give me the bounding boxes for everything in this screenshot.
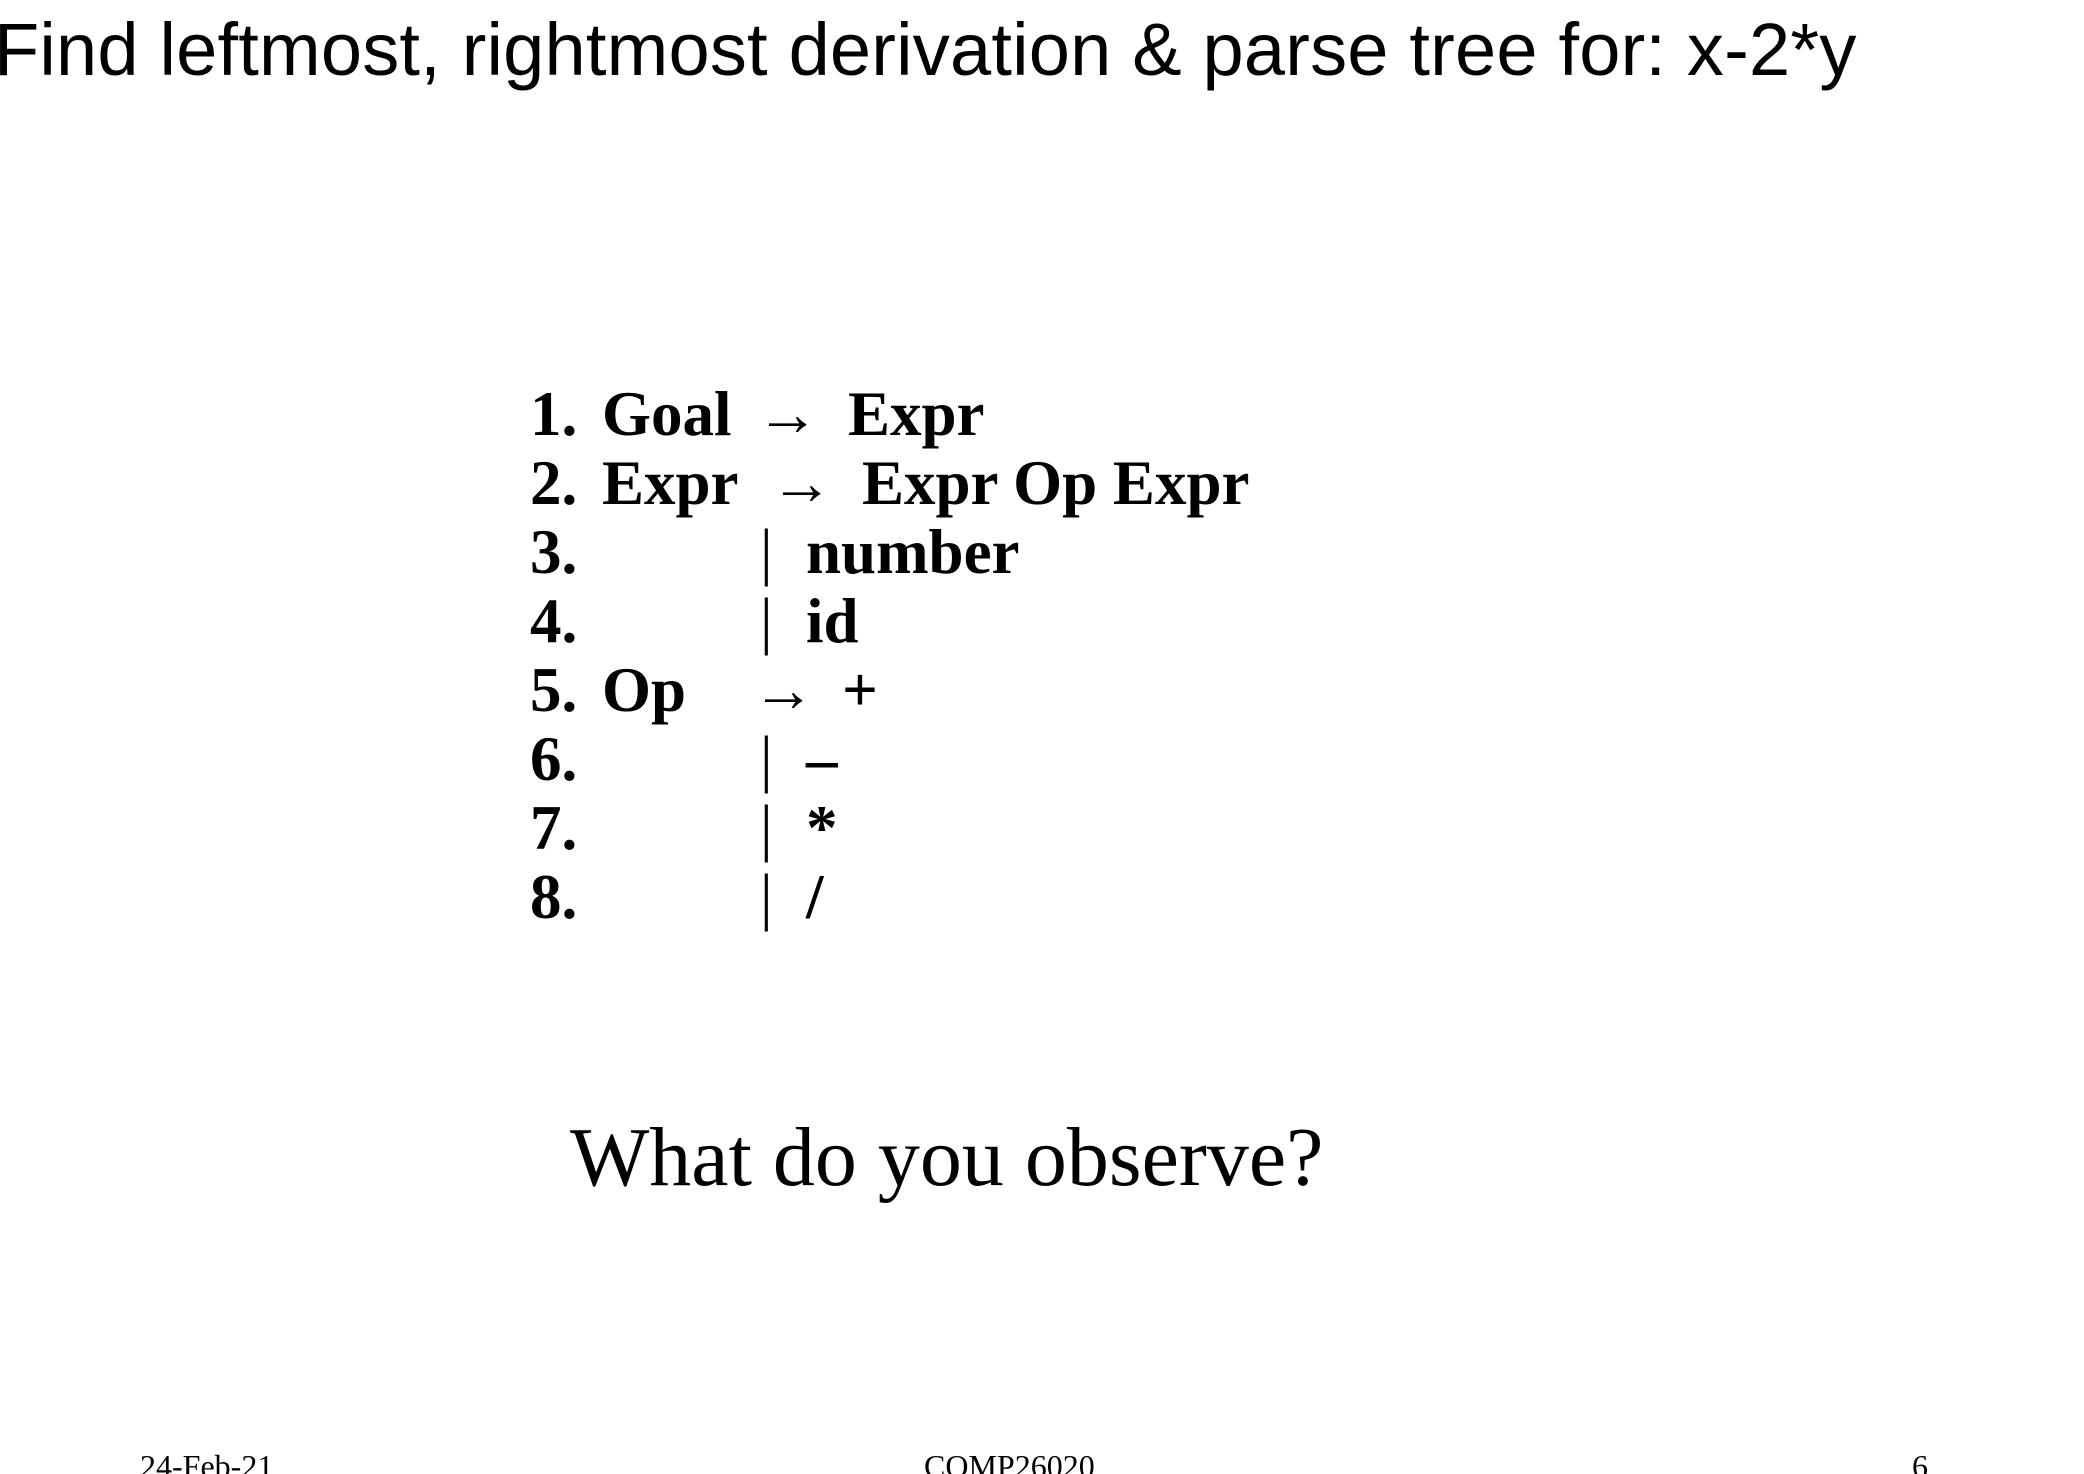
rule-number: 6. [530, 724, 578, 794]
rule-number: 2. [530, 448, 578, 518]
rule-lhs: Goal [602, 379, 732, 449]
rule-rhs: number [806, 517, 1020, 587]
rule-rhs: * [806, 793, 838, 863]
rule-bar: | [760, 724, 773, 794]
rule-bar: | [760, 586, 773, 656]
rule-arrow: → [752, 655, 815, 725]
footer-page-number: 6 [1912, 1448, 1928, 1474]
rule-lhs: Expr [602, 448, 739, 518]
rule-number: 3. [530, 517, 578, 587]
rule-rhs: / [806, 862, 824, 932]
slide-title: Find leftmost, rightmost derivation & pa… [0, 8, 1857, 91]
footer-date: 24-Feb-21 [140, 1448, 274, 1474]
observation-question: What do you observe? [570, 1111, 1324, 1204]
rule-number: 5. [530, 655, 578, 725]
rule-arrow: → [756, 379, 819, 449]
rule-arrow: → [770, 448, 833, 518]
rule-rhs: + [842, 655, 878, 725]
rule-rhs: Expr Op Expr [862, 448, 1250, 518]
rule-rhs: Expr [848, 379, 985, 449]
rule-rhs: – [806, 724, 838, 794]
rule-number: 4. [530, 586, 578, 656]
rule-number: 1. [530, 379, 578, 449]
rule-bar: | [760, 862, 773, 932]
slide: Find leftmost, rightmost derivation & pa… [0, 0, 2084, 1474]
footer-course: COMP26020 [924, 1448, 1095, 1474]
rule-number: 7. [530, 793, 578, 863]
rule-rhs: id [806, 586, 859, 656]
rule-bar: | [760, 517, 773, 587]
rule-lhs: Op [602, 655, 687, 725]
rule-bar: | [760, 793, 773, 863]
rule-number: 8. [530, 862, 578, 932]
